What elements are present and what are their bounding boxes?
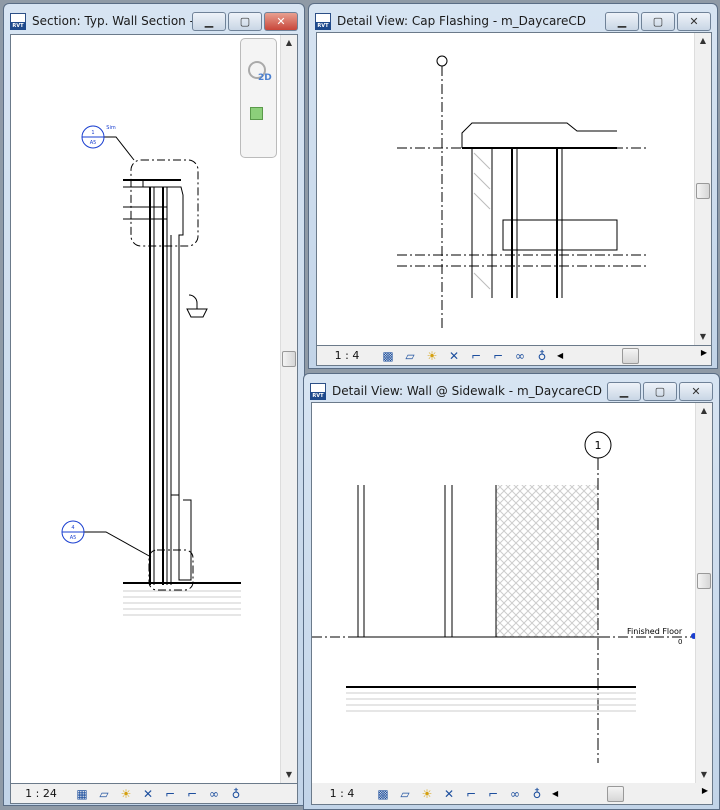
- view-control-bar: 1 : 4 ▩ ▱ ☀ ✕ ⌐ ⌐ ∞ ♁ ◀ ▶: [316, 346, 712, 366]
- window-title: Detail View: Wall @ Sidewalk - m_Daycare…: [332, 384, 602, 398]
- scroll-thumb[interactable]: [607, 785, 624, 802]
- revit-file-icon: [315, 12, 331, 30]
- sun-path-off-icon[interactable]: ☀: [421, 348, 443, 364]
- view-control-bar: 1 : 4 ▩ ▱ ☀ ✕ ⌐ ⌐ ∞ ♁ ◀ ▶: [311, 783, 713, 805]
- show-crop-icon[interactable]: ⌐: [181, 786, 203, 802]
- wall-sidewalk-drawing: 1 Finished Floor 0: [312, 431, 712, 763]
- horizontal-scrollbar[interactable]: ◀ ▶: [557, 347, 707, 364]
- cap-flashing-window[interactable]: Detail View: Cap Flashing - m_DaycareCD …: [308, 3, 718, 369]
- detail-level-icon[interactable]: ▩: [377, 348, 399, 364]
- title-bar[interactable]: Section: Typ. Wall Section - ... ▁ ▢ ✕: [10, 10, 298, 32]
- grid-label: 1: [595, 439, 602, 452]
- revit-file-icon: [10, 12, 26, 30]
- drawing-canvas[interactable]: 1 A5 Sim 4 A5 2D ▲ ▼: [10, 34, 298, 784]
- vertical-scrollbar[interactable]: ▲ ▼: [280, 35, 297, 783]
- sun-path-off-icon[interactable]: ☀: [115, 786, 137, 802]
- scroll-thumb[interactable]: [696, 183, 710, 199]
- shadows-off-icon[interactable]: ✕: [137, 786, 159, 802]
- maximize-button[interactable]: ▢: [641, 11, 675, 31]
- reveal-hidden-icon[interactable]: ♁: [225, 786, 247, 802]
- crop-view-icon[interactable]: ⌐: [465, 348, 487, 364]
- callout-sheet: A5: [70, 535, 77, 541]
- revit-file-icon: [310, 382, 326, 400]
- drawing-canvas[interactable]: ▲ ▼: [316, 32, 712, 346]
- level-elevation: 0: [678, 638, 682, 646]
- callout-number: 1: [91, 130, 94, 136]
- reveal-hidden-icon[interactable]: ♁: [531, 348, 553, 364]
- shadows-off-icon[interactable]: ✕: [443, 348, 465, 364]
- vertical-scrollbar[interactable]: ▲ ▼: [694, 33, 711, 345]
- navigation-bar[interactable]: 2D: [240, 38, 277, 158]
- close-button[interactable]: ✕: [679, 381, 713, 401]
- show-crop-icon[interactable]: ⌐: [487, 348, 509, 364]
- title-bar[interactable]: Detail View: Cap Flashing - m_DaycareCD …: [315, 10, 711, 32]
- zoom-icon[interactable]: [250, 107, 263, 120]
- minimize-button[interactable]: ▁: [605, 11, 639, 31]
- scroll-down-arrow[interactable]: ▼: [281, 767, 297, 783]
- show-crop-icon[interactable]: ⌐: [482, 786, 504, 802]
- view-scale[interactable]: 1 : 4: [312, 787, 372, 800]
- close-button[interactable]: ✕: [264, 11, 298, 31]
- level-name: Finished Floor: [627, 627, 683, 636]
- maximize-button[interactable]: ▢: [228, 11, 262, 31]
- scroll-up-arrow[interactable]: ▲: [281, 35, 297, 51]
- drawing-canvas[interactable]: 1 Finished Floor 0 ▲ ▼: [311, 402, 713, 784]
- nav-wheel-label: 2D: [258, 73, 272, 83]
- crop-view-icon[interactable]: ⌐: [460, 786, 482, 802]
- detail-level-icon[interactable]: ▩: [372, 786, 394, 802]
- callout-note: Sim: [106, 125, 116, 131]
- sun-path-off-icon[interactable]: ☀: [416, 786, 438, 802]
- view-scale[interactable]: 1 : 24: [11, 787, 71, 800]
- view-scale[interactable]: 1 : 4: [317, 349, 377, 362]
- callout-sheet: A5: [90, 140, 97, 146]
- scroll-up-arrow[interactable]: ▲: [696, 403, 712, 419]
- section-window[interactable]: Section: Typ. Wall Section - ... ▁ ▢ ✕ 1…: [3, 3, 305, 806]
- temporary-hide-icon[interactable]: ∞: [509, 348, 531, 364]
- temporary-hide-icon[interactable]: ∞: [203, 786, 225, 802]
- scroll-up-arrow[interactable]: ▲: [695, 33, 711, 49]
- visual-style-icon[interactable]: ▱: [93, 786, 115, 802]
- visual-style-icon[interactable]: ▱: [394, 786, 416, 802]
- close-button[interactable]: ✕: [677, 11, 711, 31]
- reveal-hidden-icon[interactable]: ♁: [526, 786, 548, 802]
- view-control-bar: 1 : 24 ▦ ▱ ☀ ✕ ⌐ ⌐ ∞ ♁: [10, 784, 298, 804]
- vertical-scrollbar[interactable]: ▲ ▼: [695, 403, 712, 783]
- detail-level-icon[interactable]: ▦: [71, 786, 93, 802]
- scroll-thumb[interactable]: [282, 351, 296, 367]
- minimize-button[interactable]: ▁: [192, 11, 226, 31]
- minimize-button[interactable]: ▁: [607, 381, 641, 401]
- visual-style-icon[interactable]: ▱: [399, 348, 421, 364]
- horizontal-scrollbar[interactable]: ◀ ▶: [552, 785, 708, 802]
- window-title: Detail View: Cap Flashing - m_DaycareCD: [337, 14, 586, 28]
- scroll-thumb[interactable]: [622, 347, 639, 364]
- title-bar[interactable]: Detail View: Wall @ Sidewalk - m_Daycare…: [310, 380, 713, 402]
- callout-number: 4: [71, 525, 74, 531]
- crop-view-icon[interactable]: ⌐: [159, 786, 181, 802]
- wall-sidewalk-window[interactable]: Detail View: Wall @ Sidewalk - m_Daycare…: [303, 373, 720, 810]
- temporary-hide-icon[interactable]: ∞: [504, 786, 526, 802]
- window-title: Section: Typ. Wall Section - ...: [32, 14, 192, 28]
- cap-flashing-drawing: [397, 55, 647, 328]
- scroll-down-arrow[interactable]: ▼: [695, 329, 711, 345]
- maximize-button[interactable]: ▢: [643, 381, 677, 401]
- scroll-thumb[interactable]: [697, 573, 711, 589]
- scroll-down-arrow[interactable]: ▼: [696, 767, 712, 783]
- shadows-off-icon[interactable]: ✕: [438, 786, 460, 802]
